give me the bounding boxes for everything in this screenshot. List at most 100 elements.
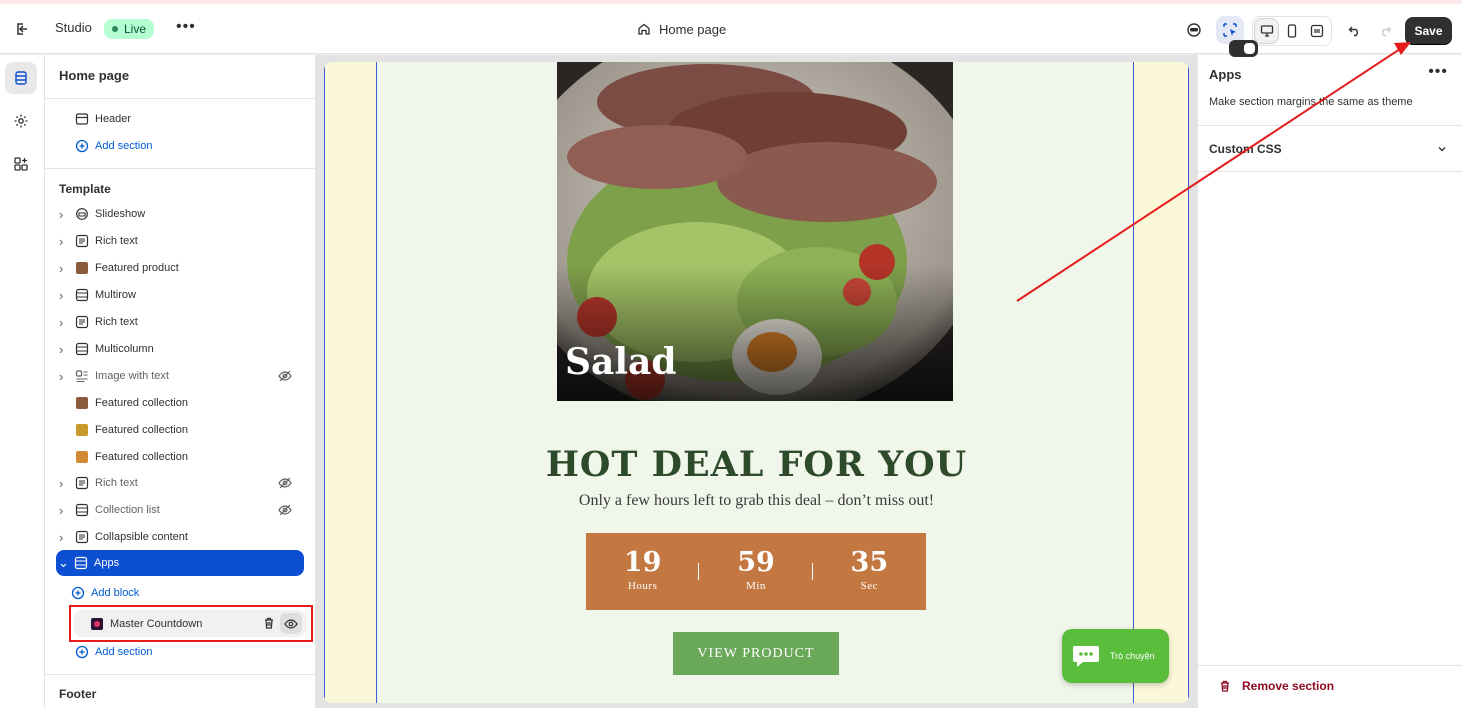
section-item[interactable]: ⌄ Apps [56,550,304,576]
page-selector[interactable]: Home page [637,19,726,39]
section-label: Featured collection [95,451,188,463]
add-block-label: Add block [91,587,140,599]
section-label: Collapsible content [95,531,188,543]
section-label: Apps [94,557,120,569]
more-actions-icon[interactable]: ••• [176,18,196,36]
margin-toggle[interactable] [1229,40,1258,57]
chevron-right-icon[interactable]: › [59,234,69,249]
chevron-right-icon[interactable]: › [59,315,69,330]
chat-label: Trò chuyện [1110,651,1155,661]
sections-icon[interactable] [5,62,37,94]
chevron-right-icon[interactable]: › [59,207,69,222]
chevron-right-icon[interactable]: › [59,530,69,545]
add-block-link[interactable]: Add block [71,580,315,606]
theme-name[interactable]: Studio [55,20,92,35]
section-type-icon [74,556,88,570]
panel-title: Apps [1209,67,1242,82]
add-circle-icon [71,586,85,600]
trash-icon [1221,680,1229,692]
section-type-icon [75,315,89,329]
add-circle-icon [75,645,89,659]
toggle-knob [1244,43,1255,54]
section-item[interactable]: › Multicolumn [57,336,304,362]
countdown-unit: Hours [627,580,658,592]
section-type-icon [75,234,89,248]
more-options-icon[interactable]: ••• [1428,63,1448,81]
countdown-value: 35 [850,547,889,578]
section-item[interactable]: › Rich text [57,470,304,496]
salad-image[interactable]: Salad [557,62,953,401]
section-label: Collection list [95,504,160,516]
section-label: Featured collection [95,424,188,436]
countdown-timer: 19 Hours 59 Min 35 Sec [586,533,926,610]
divider [1198,125,1462,126]
section-item[interactable]: › Rich text [57,309,304,335]
section-item[interactable]: › Featured product [57,255,304,281]
section-item[interactable]: › Slideshow [57,201,304,227]
section-type-icon [75,423,89,437]
section-item[interactable]: Featured collection [57,390,304,416]
eye-off-icon[interactable] [278,369,292,386]
remove-section-button[interactable]: Remove section [1218,679,1334,693]
mobile-icon[interactable] [1280,18,1304,44]
preview-canvas: Salad HOT DEAL FOR YOU Only a few hours … [316,55,1197,708]
section-item[interactable]: › Collapsible content [57,524,304,550]
section-label: Featured product [95,262,179,274]
section-item[interactable]: › Collection list [57,497,304,523]
divider [1198,171,1462,172]
desktop-icon[interactable] [1254,18,1279,44]
apps-icon[interactable] [5,148,37,180]
countdown-minutes: 59 Min [699,533,813,610]
chat-widget-button[interactable]: Trò chuyện [1062,629,1169,683]
section-label: Header [95,113,132,125]
chevron-right-icon[interactable]: › [59,476,69,491]
remove-section-label: Remove section [1242,679,1335,693]
undo-icon[interactable] [1341,16,1369,44]
section-item[interactable]: Featured collection [57,417,304,443]
section-header[interactable]: Header [57,106,304,132]
eye-off-icon[interactable] [278,503,292,520]
section-label: Rich text [95,316,138,328]
section-item[interactable]: Featured collection [57,444,304,470]
page-title: Home page [659,21,727,37]
gear-icon[interactable] [5,105,37,137]
view-product-button[interactable]: VIEW PRODUCT [673,632,839,675]
section-label: Featured collection [95,397,188,409]
countdown-seconds: 35 Sec [813,533,926,610]
header-section-icon [75,112,89,126]
divider [45,674,315,675]
chevron-down-icon[interactable]: ⌄ [58,555,69,571]
section-type-icon [75,288,89,302]
deal-title: HOT DEAL FOR YOU [545,444,968,485]
footer-group-label: Footer [59,687,97,701]
section-type-icon [75,342,89,356]
chevron-down-icon[interactable] [1436,142,1448,160]
section-label: Multicolumn [95,343,154,355]
store-preview[interactable]: Salad HOT DEAL FOR YOU Only a few hours … [324,62,1189,703]
section-item[interactable]: › Multirow [57,282,304,308]
chevron-right-icon[interactable]: › [59,342,69,357]
chevron-right-icon[interactable]: › [59,288,69,303]
section-label: Image with text [95,370,169,382]
chevron-right-icon[interactable]: › [59,369,69,384]
save-button[interactable]: Save [1405,17,1452,45]
section-item[interactable]: › Rich text [57,228,304,254]
fullscreen-icon[interactable] [1305,18,1329,44]
deal-subtitle: Only a few hours left to grab this deal … [578,492,935,509]
exit-icon[interactable] [12,19,32,39]
home-icon [638,23,650,35]
eye-off-icon[interactable] [278,476,292,493]
redo-icon[interactable] [1371,16,1399,44]
chevron-right-icon[interactable]: › [59,261,69,276]
annotation-highlight-box [69,605,313,642]
add-section-header[interactable]: Add section [57,133,304,159]
add-section-template[interactable]: Add section [57,639,304,665]
ai-assistant-icon[interactable] [1180,16,1208,44]
section-item[interactable]: › Image with text [57,363,304,389]
countdown-unit: Min [746,580,766,592]
section-label: Rich text [95,477,138,489]
countdown-hours: 19 Hours [586,533,700,610]
chevron-right-icon[interactable]: › [59,503,69,518]
custom-css-label[interactable]: Custom CSS [1209,142,1282,156]
countdown-value: 19 [623,547,662,578]
